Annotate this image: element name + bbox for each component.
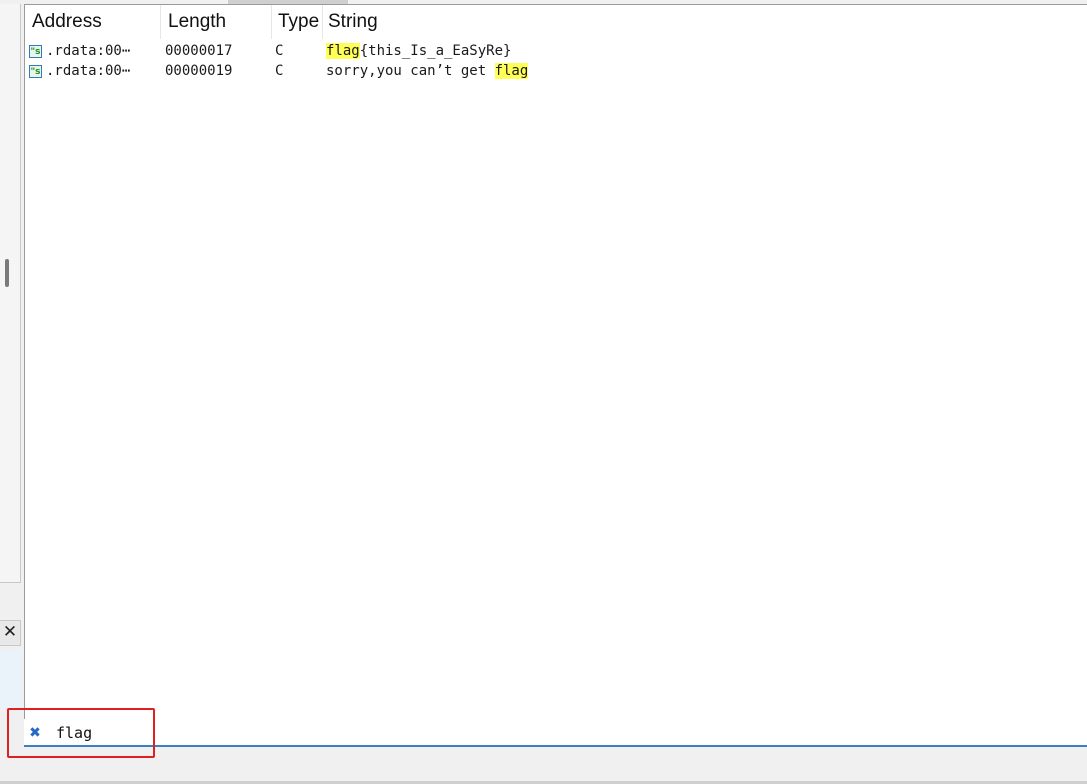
tab-edge (228, 0, 348, 4)
string-cell: sorry,you can’t get flag (323, 63, 1087, 79)
clear-filter-icon[interactable]: ✖ (28, 726, 42, 740)
close-icon[interactable]: ✕ (0, 620, 21, 646)
column-header-address[interactable]: Address (25, 5, 161, 39)
left-dock-panel: ✕ (0, 0, 22, 784)
left-scrollbar[interactable] (0, 4, 21, 583)
type-cell: C (275, 63, 284, 79)
table-row[interactable]: "s .rdata:00⋯ 00000017 C flag{this_Is_a_… (25, 41, 1087, 61)
left-scrollbar-thumb[interactable] (5, 259, 9, 287)
column-header-type[interactable]: Type (272, 5, 323, 39)
column-header-string[interactable]: String (323, 5, 1087, 39)
column-header-row: Address Length Type String (25, 5, 1087, 39)
address-value: .rdata:00⋯ (46, 43, 131, 59)
address-cell: "s .rdata:00⋯ (25, 63, 161, 79)
type-cell: C (275, 43, 284, 59)
strings-list: "s .rdata:00⋯ 00000017 C flag{this_Is_a_… (25, 41, 1087, 81)
string-prefix: sorry,you can’t get (326, 63, 495, 79)
strings-window: Address Length Type String "s .rdata:00⋯… (24, 4, 1087, 720)
address-cell: "s .rdata:00⋯ (25, 43, 161, 59)
address-value: .rdata:00⋯ (46, 63, 131, 79)
filter-underline (24, 745, 1087, 747)
string-cell: flag{this_Is_a_EaSyRe} (323, 43, 1087, 59)
string-literal-icon: "s (29, 44, 42, 58)
length-cell: 00000017 (165, 43, 233, 59)
left-bottom-panel (0, 650, 22, 710)
table-row[interactable]: "s .rdata:00⋯ 00000019 C sorry,you can’t… (25, 61, 1087, 81)
match-highlight: flag (326, 43, 360, 59)
match-highlight: flag (494, 63, 529, 79)
column-header-length[interactable]: Length (161, 5, 272, 39)
string-suffix: {this_Is_a_EaSyRe} (359, 43, 512, 59)
filter-input[interactable] (50, 722, 1087, 744)
string-literal-icon: "s (29, 64, 42, 78)
length-cell: 00000019 (165, 63, 233, 79)
